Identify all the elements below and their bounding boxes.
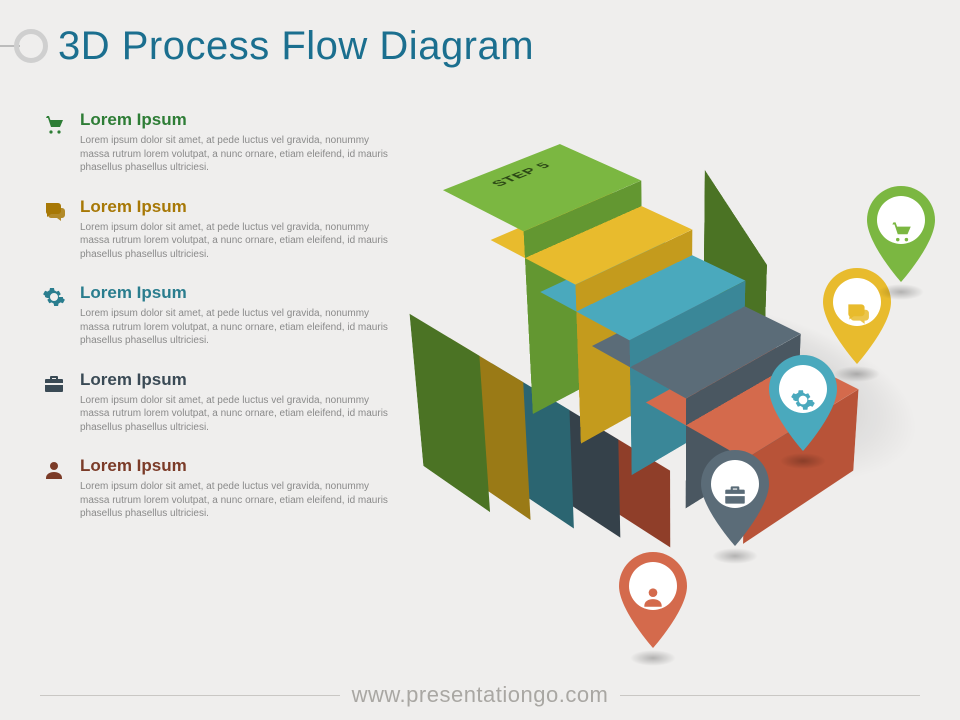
legend-item-step3: Lorem Ipsum Lorem ipsum dolor sit amet, …	[40, 283, 400, 348]
legend-item-step5: Lorem Ipsum Lorem ipsum dolor sit amet, …	[40, 110, 400, 175]
pin-step1	[610, 550, 696, 660]
pin-step2	[692, 448, 778, 558]
title-bar: 3D Process Flow Diagram	[0, 16, 534, 76]
legend-title: Lorem Ipsum	[80, 370, 400, 390]
legend-body: Lorem ipsum dolor sit amet, at pede luct…	[80, 221, 400, 262]
legend-body: Lorem ipsum dolor sit amet, at pede luct…	[80, 134, 400, 175]
url-text: www.presentationgo.com	[352, 682, 609, 708]
legend-list: Lorem Ipsum Lorem ipsum dolor sit amet, …	[40, 110, 400, 521]
gear-icon	[789, 386, 817, 414]
legend-title: Lorem Ipsum	[80, 197, 400, 217]
cart-icon	[887, 217, 915, 245]
footer-url: www.presentationgo.com	[0, 682, 960, 708]
chat-icon	[40, 197, 68, 225]
legend-title: Lorem Ipsum	[80, 283, 400, 303]
legend-item-step4: Lorem Ipsum Lorem ipsum dolor sit amet, …	[40, 197, 400, 262]
legend-item-step2: Lorem Ipsum Lorem ipsum dolor sit amet, …	[40, 370, 400, 435]
chat-icon	[843, 299, 871, 327]
legend-body: Lorem ipsum dolor sit amet, at pede luct…	[80, 307, 400, 348]
briefcase-icon	[40, 370, 68, 398]
legend-item-step1: Lorem Ipsum Lorem ipsum dolor sit amet, …	[40, 456, 400, 521]
user-icon	[639, 583, 667, 611]
briefcase-icon	[721, 481, 749, 509]
user-icon	[40, 456, 68, 484]
gear-icon	[40, 283, 68, 311]
legend-body: Lorem ipsum dolor sit amet, at pede luct…	[80, 480, 400, 521]
pin-step5	[858, 184, 944, 294]
slide-title: 3D Process Flow Diagram	[58, 24, 534, 69]
cart-icon	[40, 110, 68, 138]
legend-body: Lorem ipsum dolor sit amet, at pede luct…	[80, 394, 400, 435]
legend-title: Lorem Ipsum	[80, 110, 400, 130]
legend-title: Lorem Ipsum	[80, 456, 400, 476]
title-ring-icon	[14, 29, 48, 63]
